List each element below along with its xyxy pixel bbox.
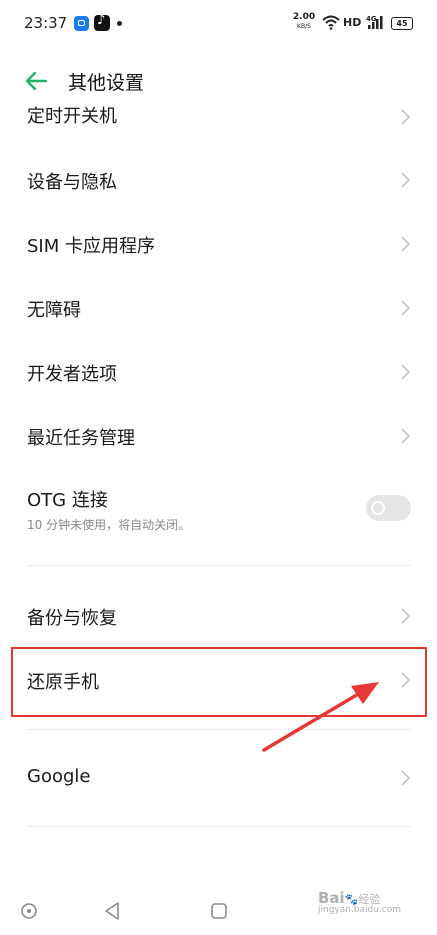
svg-text:4G: 4G	[366, 15, 377, 23]
hd-indicator: HD	[343, 16, 362, 29]
annotation-arrow-icon	[262, 682, 379, 752]
settings-item-label: SIM 卡应用程序	[27, 236, 155, 257]
chevron-right-icon	[401, 608, 411, 624]
battery-icon: 45	[391, 17, 413, 30]
section-divider	[27, 826, 411, 827]
otg-label: OTG 连接	[27, 490, 108, 511]
baidu-jingyan-watermark: Bai🐾经验 jingyan.baidu.com	[318, 889, 401, 915]
chevron-right-icon	[401, 236, 411, 252]
settings-item-accessibility[interactable]: 无障碍	[0, 276, 437, 340]
chevron-right-icon	[401, 172, 411, 188]
settings-item-label: Google	[27, 766, 91, 787]
menu-circle-icon[interactable]	[20, 902, 38, 920]
chevron-right-icon	[401, 364, 411, 380]
settings-item-label: 定时开关机	[27, 106, 117, 127]
chevron-right-icon	[401, 770, 411, 786]
settings-item-label: 设备与隐私	[27, 172, 117, 193]
network-speed: 2.00 KB/S	[292, 13, 316, 31]
home-square-icon[interactable]	[210, 902, 228, 920]
settings-item-device-privacy[interactable]: 设备与隐私	[0, 148, 437, 212]
tiktok-notification-icon	[94, 13, 110, 31]
otg-toggle[interactable]	[366, 495, 411, 521]
settings-item-scheduled-power[interactable]: 定时开关机	[0, 96, 437, 136]
settings-item-backup-restore[interactable]: 备份与恢复	[0, 584, 437, 648]
chevron-right-icon	[401, 428, 411, 444]
section-divider	[27, 565, 411, 566]
network-speed-value: 2.00	[292, 12, 316, 22]
chevron-right-icon	[401, 109, 411, 125]
back-triangle-icon[interactable]	[103, 901, 121, 921]
wifi-icon	[322, 15, 340, 30]
settings-item-developer-options[interactable]: 开发者选项	[0, 340, 437, 404]
network-speed-unit: KB/S	[297, 23, 311, 30]
more-notifications-dot-icon	[117, 21, 122, 26]
settings-item-sim-apps[interactable]: SIM 卡应用程序	[0, 212, 437, 276]
settings-item-recent-tasks[interactable]: 最近任务管理	[0, 404, 437, 468]
otg-toggle-knob	[371, 501, 385, 515]
app-notification-icon	[74, 16, 89, 31]
settings-item-label: 最近任务管理	[27, 428, 135, 449]
status-bar: 23:37 2.00 KB/S HD 4G 45	[0, 0, 437, 50]
otg-description: 10 分钟未使用，将自动关闭。	[27, 518, 191, 532]
arrow-left-icon[interactable]	[22, 68, 50, 94]
page-title: 其他设置	[68, 72, 145, 94]
watermark-url: jingyan.baidu.com	[318, 905, 402, 915]
status-time: 23:37	[24, 14, 68, 32]
chevron-right-icon	[401, 300, 411, 316]
settings-item-label: 无障碍	[27, 300, 81, 321]
settings-item-label: 开发者选项	[27, 364, 117, 385]
signal-icon: 4G	[366, 15, 383, 29]
settings-item-label: 备份与恢复	[27, 608, 117, 629]
